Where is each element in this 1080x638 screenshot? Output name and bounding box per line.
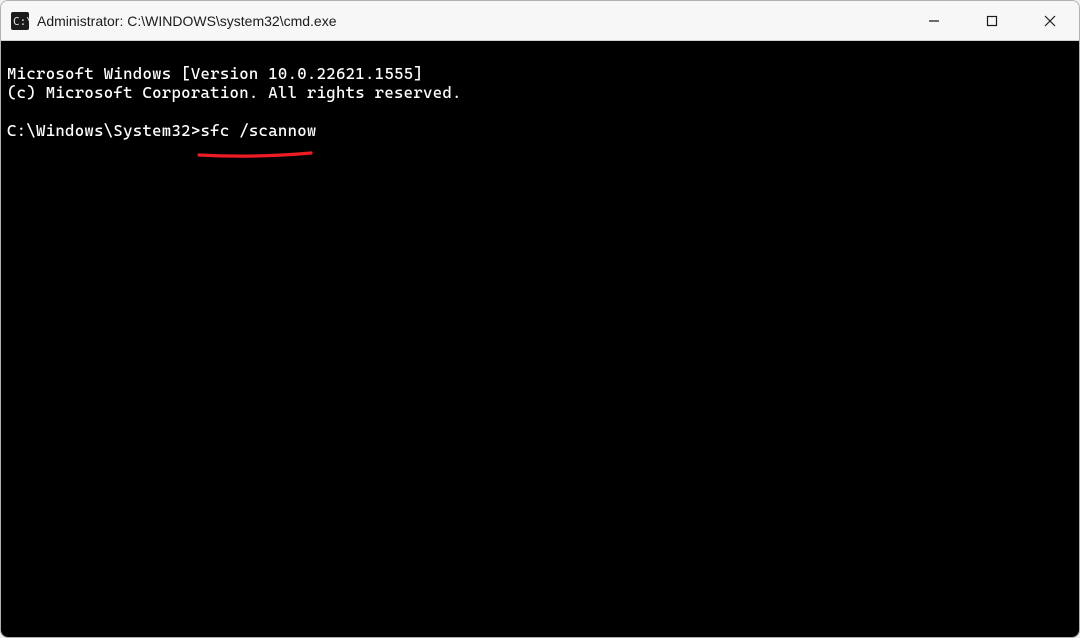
terminal-banner-line1: Microsoft Windows [Version 10.0.22621.15…	[7, 64, 423, 83]
underline-stroke-icon	[199, 153, 311, 156]
svg-text:C:\: C:\	[13, 15, 29, 28]
window-title: Administrator: C:\WINDOWS\system32\cmd.e…	[37, 13, 337, 29]
cmd-window: C:\ Administrator: C:\WINDOWS\system32\c…	[0, 0, 1080, 638]
title-bar[interactable]: C:\ Administrator: C:\WINDOWS\system32\c…	[1, 1, 1079, 41]
minimize-button[interactable]	[905, 1, 963, 40]
terminal-banner-line2: (c) Microsoft Corporation. All rights re…	[7, 83, 462, 102]
maximize-icon	[985, 14, 999, 28]
title-bar-left: C:\ Administrator: C:\WINDOWS\system32\c…	[1, 12, 337, 30]
close-icon	[1043, 14, 1057, 28]
maximize-button[interactable]	[963, 1, 1021, 40]
terminal-client-area[interactable]: Microsoft Windows [Version 10.0.22621.15…	[1, 41, 1079, 637]
terminal-prompt: C:\Windows\System32>	[7, 121, 201, 140]
minimize-icon	[927, 14, 941, 28]
close-button[interactable]	[1021, 1, 1079, 40]
cmd-app-icon: C:\	[11, 12, 29, 30]
annotation-underline	[199, 113, 311, 121]
window-controls	[905, 1, 1079, 40]
